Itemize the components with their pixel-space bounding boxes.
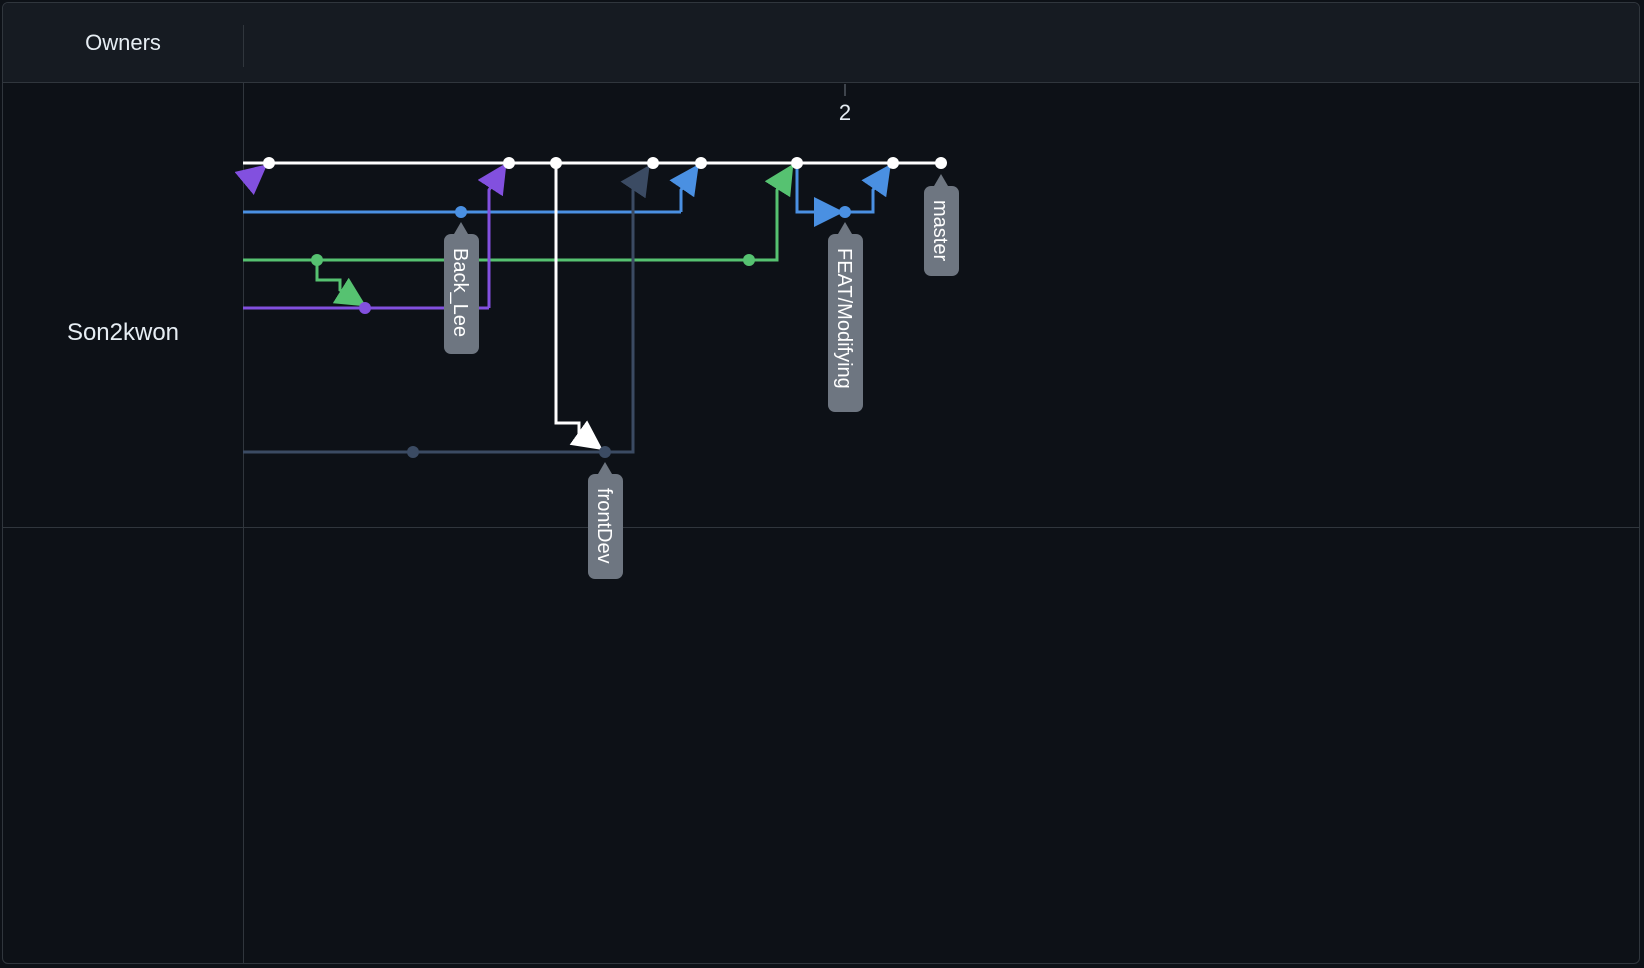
blue-merge-to-master (669, 164, 699, 212)
commit-dot[interactable] (695, 157, 707, 169)
timeline-tick-label: 2 (839, 100, 851, 125)
commit-dot[interactable] (935, 157, 947, 169)
green-to-purple-fork (315, 260, 367, 307)
branch-label-master[interactable]: master (924, 174, 959, 276)
branch-label-front-dev[interactable]: frontDev (588, 462, 623, 579)
master-to-front-dev-fork (554, 163, 603, 450)
commit-dot[interactable] (503, 157, 515, 169)
commit-dot[interactable] (407, 446, 419, 458)
branch-graph: 2 Back_Lee FEAT/Modifying master frontDe… (234, 84, 959, 579)
commit-dot[interactable] (743, 254, 755, 266)
purple-merge-to-master (477, 162, 507, 308)
green-merge-to-master (749, 163, 794, 262)
svg-text:Back_Lee: Back_Lee (449, 248, 471, 337)
branch-label-feat-modifying[interactable]: FEAT/Modifying (828, 222, 863, 412)
commit-dot[interactable] (599, 446, 611, 458)
purple-merge-to-master-start (234, 164, 268, 196)
master-to-feat-fork (795, 163, 844, 227)
commit-dot[interactable] (550, 157, 562, 169)
commit-dot[interactable] (263, 157, 275, 169)
commit-dot[interactable] (359, 302, 371, 314)
commit-dot[interactable] (311, 254, 323, 266)
svg-text:master: master (929, 200, 951, 261)
commit-dot[interactable] (647, 157, 659, 169)
svg-text:frontDev: frontDev (593, 488, 615, 564)
commit-dot[interactable] (839, 206, 851, 218)
commit-dot[interactable] (455, 206, 467, 218)
branch-label-back-lee[interactable]: Back_Lee (444, 222, 479, 354)
commit-dot[interactable] (887, 157, 899, 169)
svg-text:FEAT/Modifying: FEAT/Modifying (833, 248, 855, 389)
feat-merge-to-master (845, 164, 891, 214)
front-dev-merge-to-master (605, 165, 650, 454)
commit-dot[interactable] (791, 157, 803, 169)
